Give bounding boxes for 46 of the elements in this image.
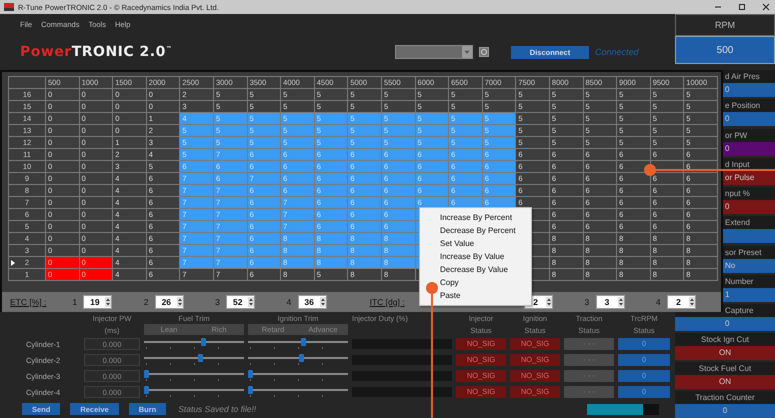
fuel-trim-slider[interactable] <box>144 338 244 350</box>
gauge-value: 0 <box>675 316 775 331</box>
menu-item[interactable]: Decrease By Percent <box>420 224 531 237</box>
number-spinner[interactable]: 3 <box>596 295 625 309</box>
gauge-value: 0 <box>675 404 775 418</box>
progress-bar <box>587 404 659 414</box>
status-message: Status Saved to file!! <box>178 404 256 414</box>
ignition-trim-slider[interactable] <box>248 354 348 366</box>
app-icon <box>4 3 14 11</box>
ignition-trim-slider[interactable] <box>248 370 348 382</box>
number-spinner[interactable]: 26 <box>154 295 184 309</box>
menu-item[interactable]: Increase By Value <box>420 250 531 263</box>
cylinder-index: 3 <box>583 297 590 307</box>
gauge-value: ON <box>675 346 775 360</box>
cylinder-index: 2 <box>142 297 150 307</box>
ignition-trim-slider[interactable] <box>248 386 348 398</box>
cylinder-index: 4 <box>654 297 662 307</box>
ignition-trim-slider[interactable] <box>248 338 348 350</box>
number-spinner[interactable]: 19 <box>83 295 112 309</box>
gauge-label: Traction Counter <box>675 391 775 404</box>
cylinder-index: 3 <box>214 297 221 307</box>
maximize-icon[interactable] <box>737 2 747 12</box>
fuel-trim-slider[interactable] <box>144 354 244 366</box>
fuel-trim-slider[interactable] <box>144 370 244 382</box>
number-spinner[interactable]: 52 <box>226 295 256 309</box>
gauge-label: Stock Fuel Cut <box>675 362 775 375</box>
etc-label: ETC [%] : <box>10 297 48 307</box>
menu-item[interactable]: Set Value <box>420 237 531 250</box>
caret-icon <box>462 46 472 58</box>
itc-label: ITC [dg] : <box>370 297 406 307</box>
close-icon[interactable] <box>761 2 771 12</box>
menu-item[interactable]: Decrease By Value <box>420 263 531 276</box>
fuel-trim-slider[interactable] <box>144 386 244 398</box>
gauge-label: Stock Ign Cut <box>675 333 775 346</box>
number-spinner[interactable]: 2 <box>666 295 696 309</box>
connection-status: Connected <box>595 47 640 57</box>
gauge-value: ON <box>675 375 775 389</box>
number-spinner[interactable]: 36 <box>298 295 327 309</box>
refresh-icon[interactable] <box>479 47 489 57</box>
menu-item[interactable]: Increase By Percent <box>420 211 531 224</box>
menu-item[interactable]: Copy <box>420 276 531 289</box>
rpm-value: 500 <box>675 36 775 64</box>
logo: PowerTRONIC 2.0$^{™}$ <box>20 44 172 60</box>
rpm-label: RPM <box>675 14 775 36</box>
cylinder-index: 4 <box>286 297 292 307</box>
cylinder-index: 1 <box>71 297 78 307</box>
